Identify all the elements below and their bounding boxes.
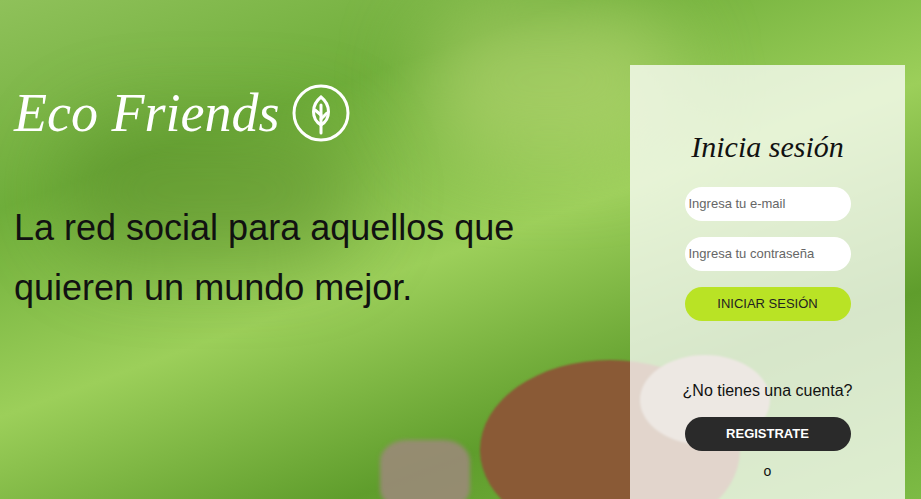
brand-name: Eco Friends [14, 86, 279, 140]
password-input[interactable] [685, 237, 851, 271]
signup-button[interactable]: REGISTRATE [685, 417, 851, 451]
hero: Eco Friends La red social para aquellos … [0, 0, 630, 499]
login-title: Inicia sesión [691, 129, 843, 165]
login-panel: Inicia sesión INICIAR SESIÓN ¿No tienes … [630, 65, 905, 499]
layout: Eco Friends La red social para aquellos … [0, 0, 921, 499]
signup-prompt: ¿No tienes una cuenta? [683, 379, 853, 403]
brand: Eco Friends [14, 80, 606, 146]
divider-text: o [764, 463, 772, 479]
page: Eco Friends La red social para aquellos … [0, 0, 921, 499]
tagline: La red social para aquellos que quieren … [14, 198, 606, 318]
tree-icon [291, 83, 351, 143]
email-input[interactable] [685, 187, 851, 221]
login-button[interactable]: INICIAR SESIÓN [685, 287, 851, 321]
